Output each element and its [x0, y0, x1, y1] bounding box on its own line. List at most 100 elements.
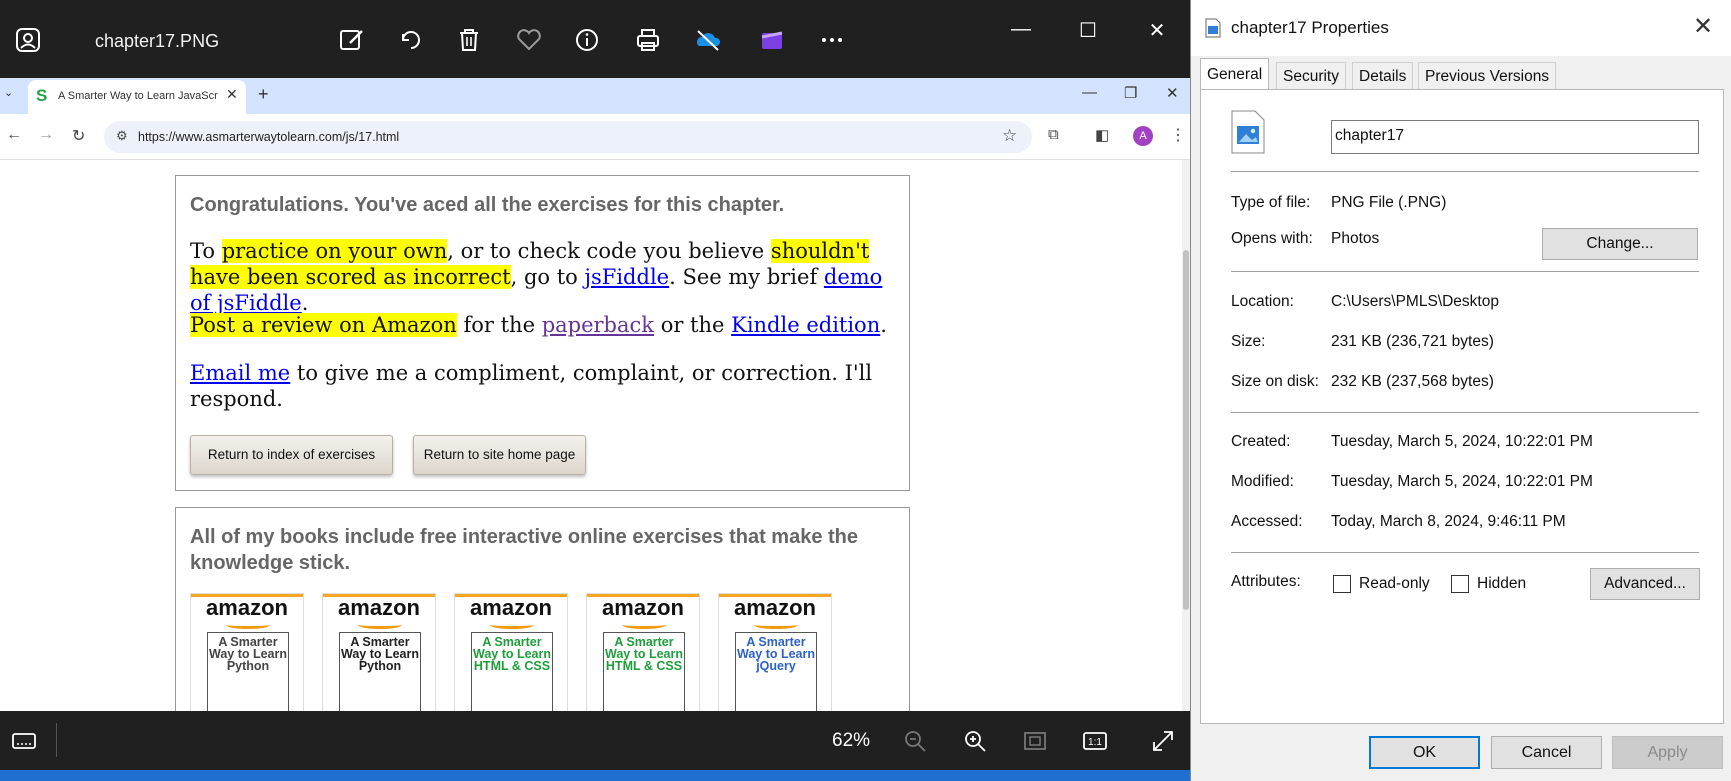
page-scrollbar[interactable]	[1182, 160, 1190, 711]
photos-app-icon[interactable]	[14, 26, 42, 54]
amazon-logo: amazon	[734, 595, 816, 620]
rotate-icon[interactable]	[397, 26, 425, 54]
kindle-edition-link[interactable]: Kindle edition	[731, 313, 880, 337]
book-card[interactable]: amazon A Smarter Way to Learn jQuery	[718, 593, 832, 711]
tab-search-icon[interactable]: ⌄	[4, 86, 13, 99]
book-title: A Smarter Way to Learn jQuery	[736, 635, 816, 673]
full-screen-icon[interactable]	[1150, 728, 1176, 754]
info-icon[interactable]	[573, 26, 601, 54]
amazon-smile	[754, 621, 798, 629]
reload-icon[interactable]: ↻	[72, 126, 85, 146]
congrats-heading: Congratulations. You've aced all the exe…	[190, 194, 785, 216]
fit-to-window-icon[interactable]	[1022, 728, 1048, 754]
tab-close-icon[interactable]: ✕	[226, 86, 238, 103]
amazon-logo: amazon	[602, 595, 684, 620]
return-to-index-button[interactable]: Return to index of exercises	[190, 435, 393, 475]
side-panel-icon[interactable]: ◧	[1095, 126, 1109, 144]
file-name-field[interactable]: chapter17	[1331, 120, 1699, 154]
scrollbar-thumb[interactable]	[1183, 250, 1189, 610]
edit-image-icon[interactable]	[338, 26, 366, 54]
modified-value: Tuesday, March 5, 2024, 10:22:01 PM	[1331, 473, 1593, 490]
forward-icon[interactable]: →	[38, 126, 54, 144]
paperback-link[interactable]: paperback	[542, 313, 654, 337]
highlighted-text: Post a review on Amazon	[190, 313, 457, 337]
extensions-icon[interactable]: ⧉	[1048, 126, 1059, 143]
text: or the	[654, 313, 732, 337]
profile-avatar[interactable]: A	[1133, 126, 1153, 146]
browser-menu-icon[interactable]: ⋮	[1170, 125, 1186, 145]
filmstrip-icon[interactable]	[11, 728, 37, 754]
minimize-button[interactable]: —	[1001, 18, 1041, 42]
amazon-logo: amazon	[470, 595, 552, 620]
new-tab-icon[interactable]: +	[258, 84, 269, 105]
email-me-link[interactable]: Email me	[190, 361, 290, 385]
tab-details[interactable]: Details	[1352, 62, 1414, 89]
zoom-in-icon[interactable]	[962, 728, 988, 754]
highlighted-text: practice on your own	[221, 239, 448, 263]
dialog-tabs: General Security Details Previous Versio…	[1200, 58, 1726, 90]
amazon-smile	[358, 621, 402, 629]
delete-icon[interactable]	[455, 26, 483, 54]
advanced-button[interactable]: Advanced...	[1590, 568, 1700, 600]
book-title: A Smarter Way to Learn Python	[340, 635, 420, 673]
opens-with-label: Opens with:	[1231, 230, 1313, 247]
book-card[interactable]: amazon A Smarter Way to Learn Python	[190, 593, 304, 711]
size-on-disk-label: Size on disk:	[1231, 373, 1319, 390]
book-card[interactable]: amazon A Smarter Way to Learn HTML & CSS	[586, 593, 700, 711]
change-button[interactable]: Change...	[1542, 228, 1698, 260]
browser-close-icon[interactable]: ✕	[1166, 84, 1179, 102]
print-icon[interactable]	[634, 26, 662, 54]
amazon-smile	[622, 621, 666, 629]
url-text: https://www.asmarterwaytolearn.com/js/17…	[138, 130, 400, 144]
jsfiddle-link[interactable]: jsFiddle	[584, 265, 669, 289]
type-value: PNG File (.PNG)	[1331, 194, 1447, 211]
text: , go to	[510, 265, 585, 289]
actual-size-icon[interactable]: 1:1	[1082, 728, 1108, 754]
tab-general[interactable]: General	[1200, 58, 1270, 90]
site-info-icon[interactable]: ⚙	[116, 128, 128, 144]
book-card[interactable]: amazon A Smarter Way to Learn Python	[322, 593, 436, 711]
text: To	[190, 239, 222, 263]
tab-security[interactable]: Security	[1276, 62, 1346, 89]
text: to give me a compliment, complaint, or c…	[190, 361, 873, 411]
image-file-icon	[1231, 110, 1265, 154]
hidden-checkbox[interactable]	[1451, 575, 1469, 593]
address-bar[interactable]: ⚙ https://www.asmarterwaytolearn.com/js/…	[104, 121, 1032, 153]
browser-tab[interactable]: S A Smarter Way to Learn JavaScript ✕	[28, 80, 246, 114]
close-button[interactable]: ✕	[1137, 18, 1177, 42]
email-paragraph: Email me to give me a compliment, compla…	[190, 360, 900, 412]
photos-title-bar: chapter17.PNG — ☐ ✕	[0, 0, 1190, 78]
zoom-level: 62%	[832, 730, 871, 751]
tab-previous-versions[interactable]: Previous Versions	[1418, 62, 1557, 89]
browser-minimize-icon[interactable]: —	[1082, 84, 1097, 101]
bookmark-star-icon[interactable]: ☆	[1002, 126, 1017, 146]
text: . See my brief	[669, 265, 824, 289]
onedrive-icon[interactable]	[694, 26, 722, 54]
ok-button[interactable]: OK	[1369, 736, 1480, 769]
book-card[interactable]: amazon A Smarter Way to Learn HTML & CSS	[454, 593, 568, 711]
cancel-button[interactable]: Cancel	[1491, 736, 1602, 769]
practice-paragraph: To practice on your own, or to check cod…	[190, 238, 900, 316]
book-cover: A Smarter Way to Learn HTML & CSS	[603, 632, 685, 711]
favorite-icon[interactable]	[515, 26, 543, 54]
apply-button[interactable]: Apply	[1612, 736, 1723, 769]
dialog-close-icon[interactable]: ✕	[1693, 12, 1713, 41]
size-on-disk-value: 232 KB (237,568 bytes)	[1331, 373, 1494, 390]
book-title: A Smarter Way to Learn HTML & CSS	[604, 635, 684, 673]
return-to-home-button[interactable]: Return to site home page	[413, 435, 586, 475]
more-icon[interactable]	[818, 26, 846, 54]
zoom-out-icon[interactable]	[902, 728, 928, 754]
read-only-label[interactable]: Read-only	[1359, 575, 1430, 593]
back-icon[interactable]: ←	[6, 126, 22, 144]
photos-bottom-bar: 62% 1:1	[0, 711, 1190, 770]
read-only-checkbox[interactable]	[1333, 575, 1351, 593]
web-page: Congratulations. You've aced all the exe…	[0, 160, 1182, 711]
browser-restore-icon[interactable]: ❐	[1124, 84, 1137, 102]
hidden-label[interactable]: Hidden	[1477, 575, 1526, 593]
svg-text:1:1: 1:1	[1088, 737, 1102, 748]
divider	[1231, 171, 1699, 172]
properties-dialog: chapter17 Properties ✕ General Security …	[1190, 0, 1731, 781]
clipchamp-icon[interactable]	[758, 26, 786, 54]
congrats-box: Congratulations. You've aced all the exe…	[175, 175, 910, 491]
maximize-button[interactable]: ☐	[1068, 18, 1108, 42]
